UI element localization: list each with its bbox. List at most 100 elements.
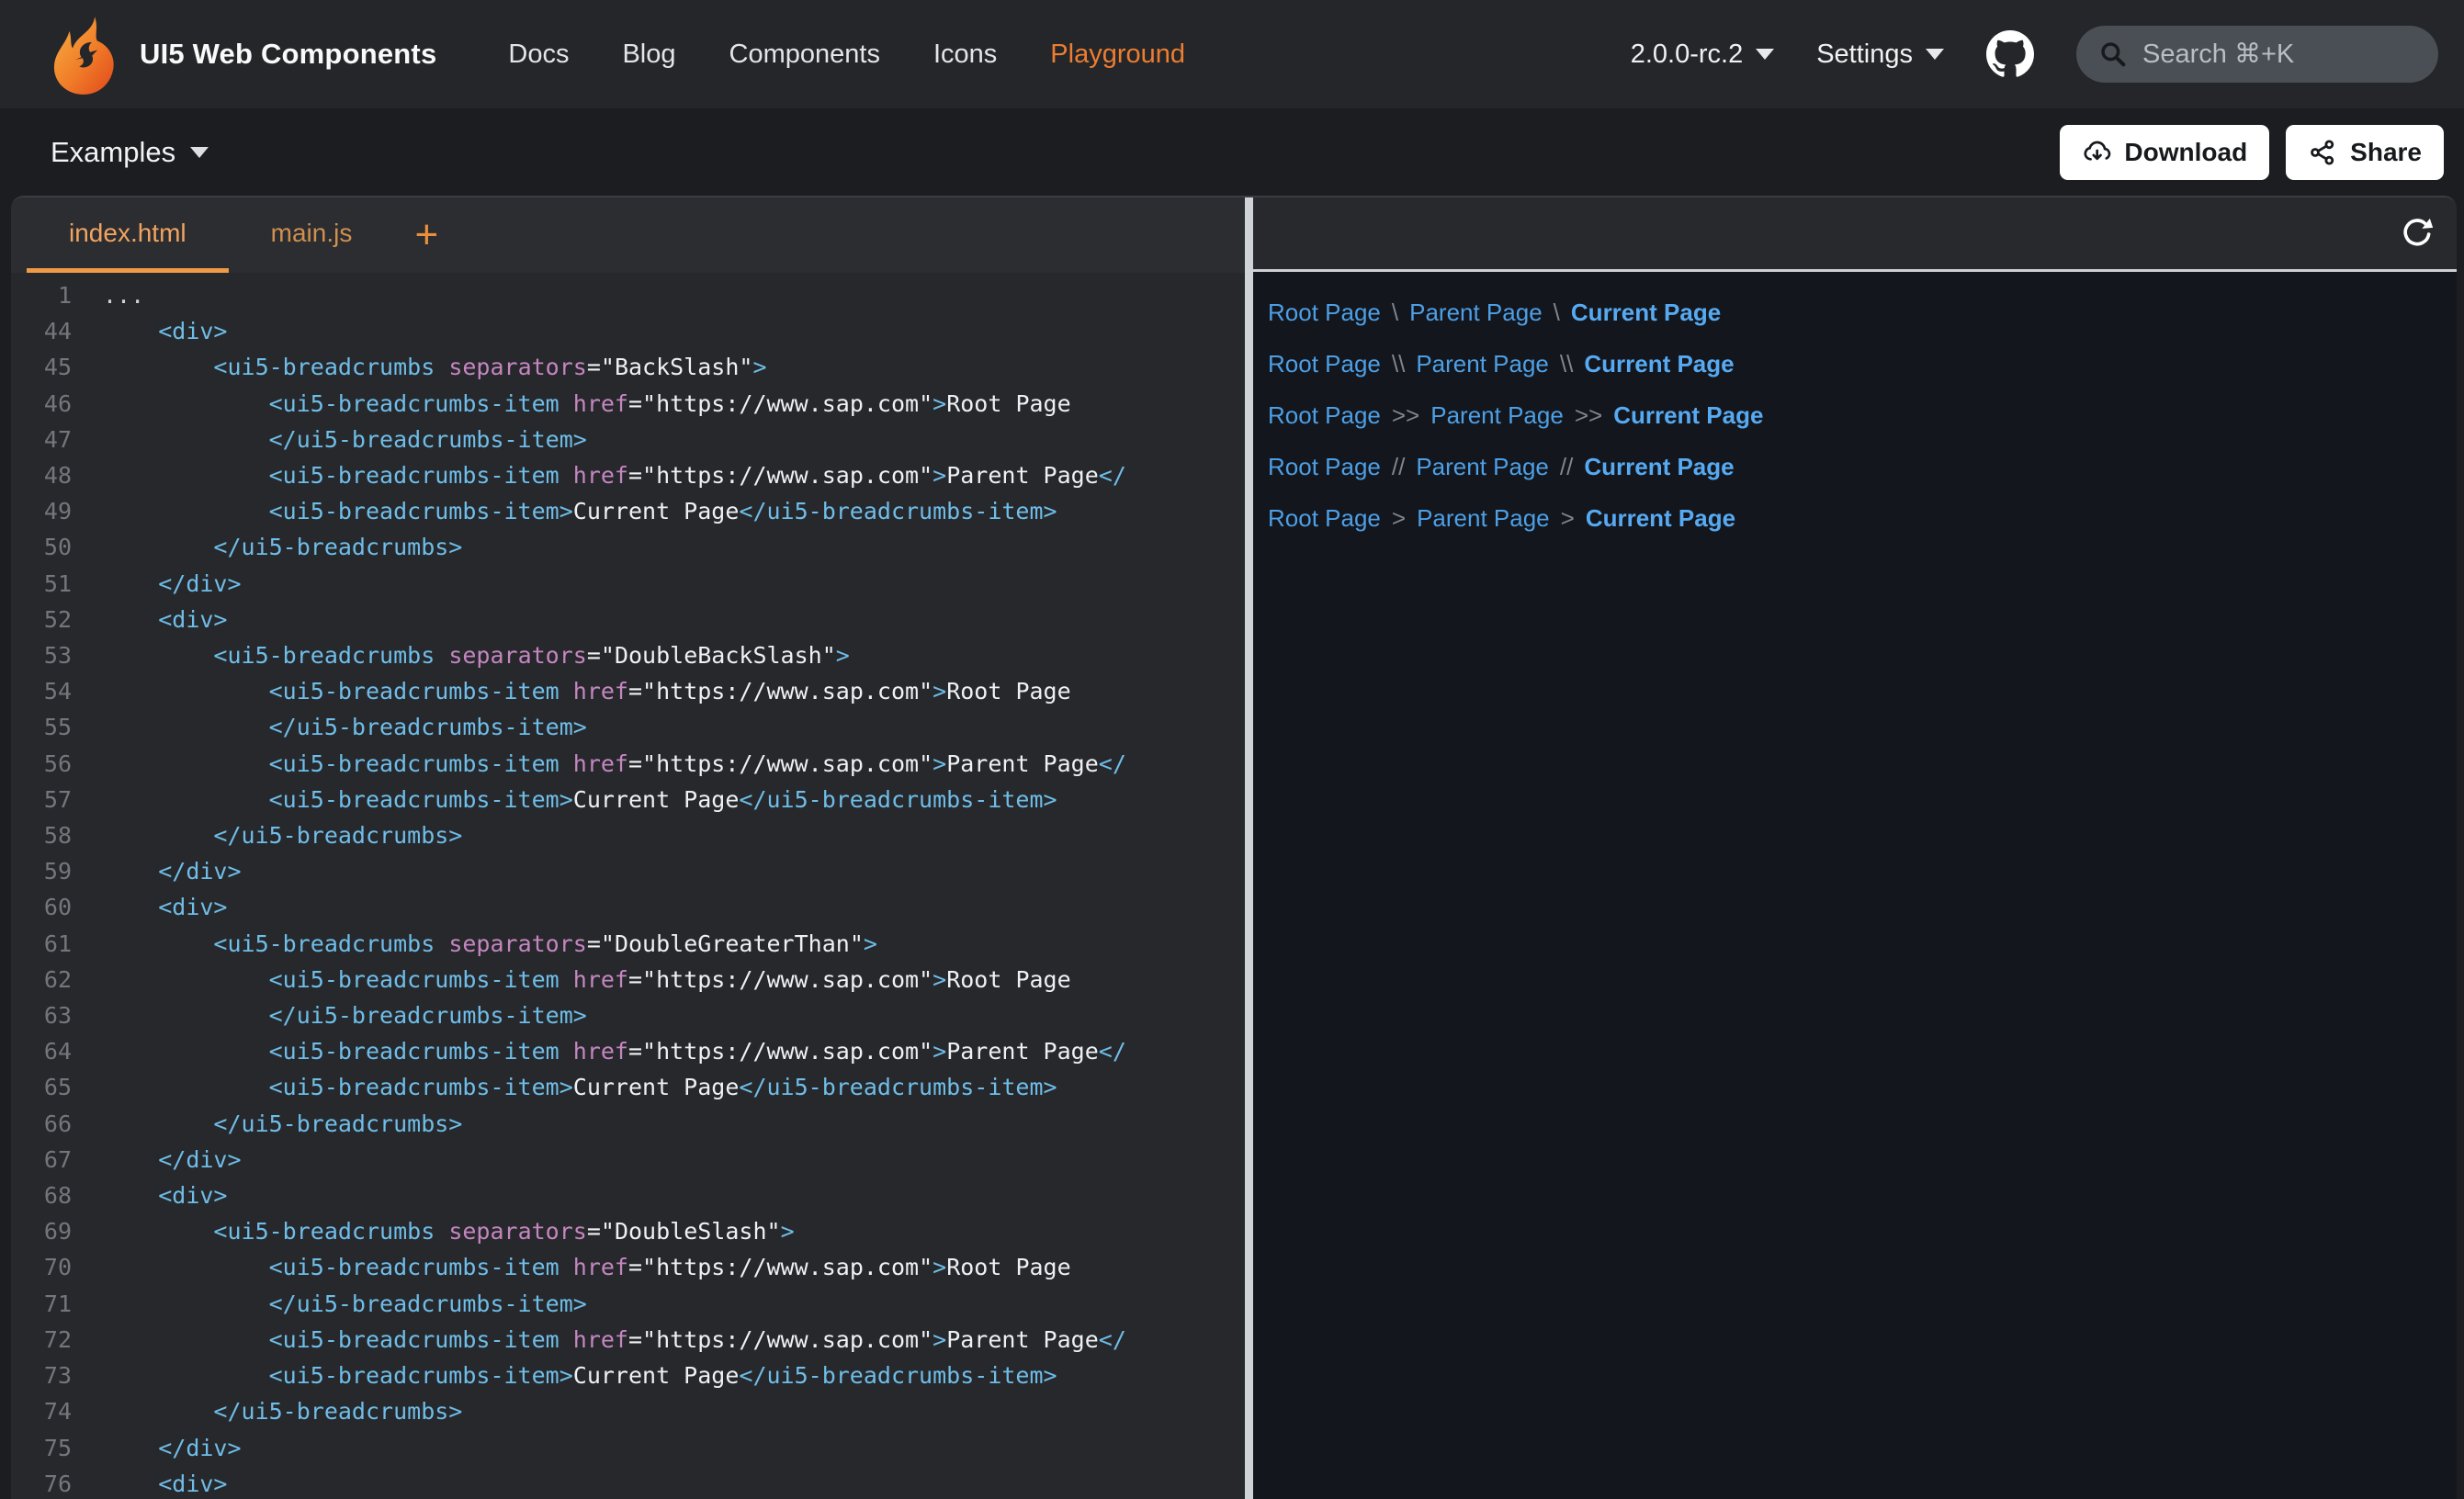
code-line: 58 </ui5-breadcrumbs>	[11, 817, 1245, 853]
breadcrumb-current-page: Current Page	[1571, 299, 1721, 327]
code-line: 45 <ui5-breadcrumbs separators="BackSlas…	[11, 349, 1245, 385]
add-tab-button[interactable]: +	[394, 197, 458, 273]
nav-link-components[interactable]: Components	[729, 39, 880, 70]
breadcrumb-current-page: Current Page	[1584, 350, 1734, 378]
code-line: 1...	[11, 277, 1245, 313]
code-line: 46 <ui5-breadcrumbs-item href="https://w…	[11, 386, 1245, 422]
code-line: 52 <div>	[11, 602, 1245, 637]
download-button[interactable]: Download	[2060, 125, 2269, 180]
code-line: 57 <ui5-breadcrumbs-item>Current Page</u…	[11, 782, 1245, 817]
nav-link-docs[interactable]: Docs	[508, 39, 569, 70]
breadcrumb-row: Root Page >> Parent Page >> Current Page	[1268, 389, 2457, 441]
breadcrumb-separator: \	[1554, 299, 1560, 327]
brand[interactable]: UI5 Web Components	[48, 12, 436, 96]
breadcrumb-link[interactable]: Root Page	[1268, 504, 1381, 533]
code-editor-pane: index.htmlmain.js + 1...44 <div>45 <ui5-…	[11, 197, 1245, 1499]
breadcrumb-row: Root Page > Parent Page > Current Page	[1268, 492, 2457, 544]
nav-link-blog[interactable]: Blog	[622, 39, 675, 70]
code-line: 53 <ui5-breadcrumbs separators="DoubleBa…	[11, 637, 1245, 673]
nav-links: Docs Blog Components Icons Playground	[508, 39, 1185, 70]
code-line: 70 <ui5-breadcrumbs-item href="https://w…	[11, 1249, 1245, 1285]
breadcrumb-link[interactable]: Parent Page	[1409, 299, 1543, 327]
code-line: 56 <ui5-breadcrumbs-item href="https://w…	[11, 746, 1245, 782]
breadcrumb-rows: Root Page\Parent Page\Current PageRoot P…	[1253, 272, 2457, 1499]
github-icon[interactable]	[1986, 30, 2034, 78]
code-line: 50 </ui5-breadcrumbs>	[11, 529, 1245, 565]
cloud-download-icon	[2082, 138, 2111, 167]
code-line: 73 <ui5-breadcrumbs-item>Current Page</u…	[11, 1358, 1245, 1393]
breadcrumb-separator: >	[1392, 504, 1406, 533]
editor-tabs: index.htmlmain.js	[27, 197, 394, 273]
breadcrumb-separator: \	[1392, 299, 1398, 327]
breadcrumb-separator: >	[1561, 504, 1575, 533]
top-navbar: UI5 Web Components Docs Blog Components Ico…	[0, 0, 2464, 108]
code-line: 61 <ui5-breadcrumbs separators="DoubleGr…	[11, 926, 1245, 962]
code-line: 48 <ui5-breadcrumbs-item href="https://w…	[11, 457, 1245, 493]
code-lines[interactable]: 1...44 <div>45 <ui5-breadcrumbs separato…	[11, 273, 1245, 1499]
examples-label: Examples	[51, 136, 175, 169]
code-line: 49 <ui5-breadcrumbs-item>Current Page</u…	[11, 493, 1245, 529]
breadcrumb-separator: >>	[1575, 401, 1602, 430]
breadcrumb-separator: >>	[1392, 401, 1419, 430]
breadcrumb-link[interactable]: Parent Page	[1416, 350, 1549, 378]
chevron-down-icon	[190, 147, 209, 158]
examples-dropdown[interactable]: Examples	[51, 136, 209, 169]
breadcrumb-link[interactable]: Root Page	[1268, 299, 1381, 327]
code-line: 44 <div>	[11, 313, 1245, 349]
share-button[interactable]: Share	[2286, 125, 2444, 180]
breadcrumb-separator: //	[1560, 453, 1573, 481]
code-line: 76 <div>	[11, 1466, 1245, 1499]
download-label: Download	[2124, 138, 2247, 167]
code-line: 71 </ui5-breadcrumbs-item>	[11, 1286, 1245, 1322]
preview-toolbar	[1253, 197, 2457, 272]
code-line: 51 </div>	[11, 566, 1245, 602]
refresh-icon	[2399, 215, 2436, 252]
breadcrumb-row: Root Page//Parent Page//Current Page	[1268, 441, 2457, 492]
code-line: 75 </div>	[11, 1430, 1245, 1466]
breadcrumb-link[interactable]: Root Page	[1268, 350, 1381, 378]
code-line: 62 <ui5-breadcrumbs-item href="https://w…	[11, 962, 1245, 997]
share-label: Share	[2350, 138, 2422, 167]
code-line: 59 </div>	[11, 853, 1245, 889]
site-title: UI5 Web Components	[140, 38, 436, 71]
tab-index.html[interactable]: index.html	[27, 197, 229, 273]
breadcrumb-link[interactable]: Parent Page	[1430, 401, 1564, 430]
share-icon	[2308, 138, 2337, 167]
toolbar-actions: Download Share	[2060, 125, 2444, 180]
phoenix-logo-icon	[48, 12, 119, 96]
breadcrumb-link[interactable]: Root Page	[1268, 401, 1381, 430]
breadcrumb-link[interactable]: Parent Page	[1416, 453, 1549, 481]
breadcrumb-link[interactable]: Root Page	[1268, 453, 1381, 481]
chevron-down-icon	[1926, 49, 1944, 60]
code-line: 68 <div>	[11, 1178, 1245, 1213]
code-line: 47 </ui5-breadcrumbs-item>	[11, 422, 1245, 457]
editor-tab-bar: index.htmlmain.js +	[11, 197, 1245, 273]
pane-resize-handle[interactable]	[1245, 197, 1253, 1499]
code-line: 67 </div>	[11, 1142, 1245, 1178]
breadcrumb-link[interactable]: Parent Page	[1417, 504, 1550, 533]
version-dropdown[interactable]: 2.0.0-rc.2	[1631, 39, 1775, 70]
breadcrumb-current-page: Current Page	[1613, 401, 1763, 430]
chevron-down-icon	[1756, 49, 1774, 60]
code-line: 69 <ui5-breadcrumbs separators="DoubleSl…	[11, 1213, 1245, 1249]
settings-dropdown[interactable]: Settings	[1816, 39, 1944, 70]
refresh-button[interactable]	[2396, 212, 2438, 254]
navbar-right: 2.0.0-rc.2 Settings	[1631, 26, 2438, 83]
ui5-playground-page: UI5 Web Components Docs Blog Components Ico…	[0, 0, 2464, 1499]
nav-link-playground[interactable]: Playground	[1050, 39, 1185, 70]
breadcrumb-current-page: Current Page	[1584, 453, 1734, 481]
preview-pane: Root Page\Parent Page\Current PageRoot P…	[1253, 197, 2457, 1499]
search-input[interactable]	[2142, 39, 2416, 70]
search-box[interactable]	[2076, 26, 2438, 83]
code-line: 72 <ui5-breadcrumbs-item href="https://w…	[11, 1322, 1245, 1358]
code-line: 66 </ui5-breadcrumbs>	[11, 1106, 1245, 1142]
code-line: 64 <ui5-breadcrumbs-item href="https://w…	[11, 1033, 1245, 1069]
breadcrumb-current-page: Current Page	[1586, 504, 1735, 533]
version-label: 2.0.0-rc.2	[1631, 39, 1744, 70]
tab-main.js[interactable]: main.js	[229, 197, 395, 273]
nav-link-icons[interactable]: Icons	[933, 39, 997, 70]
code-line: 63 </ui5-breadcrumbs-item>	[11, 997, 1245, 1033]
breadcrumb-separator: \\	[1392, 350, 1405, 378]
breadcrumb-separator: \\	[1560, 350, 1573, 378]
breadcrumb-row: Root Page \\ Parent Page \\ Current Page	[1268, 338, 2457, 389]
